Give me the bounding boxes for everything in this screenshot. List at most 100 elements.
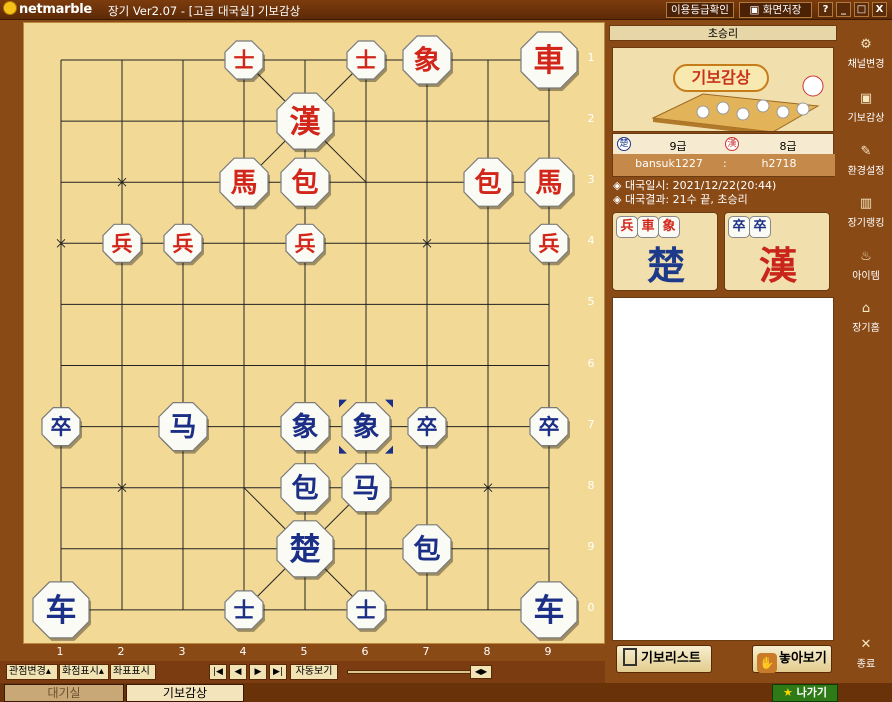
cho-piece[interactable]: 马	[341, 463, 392, 515]
cho-piece[interactable]: 卒	[529, 407, 570, 449]
exit-button[interactable]: ★ 나가기	[772, 684, 838, 702]
sidebar-item-ranking[interactable]: ▥ 장기랭킹	[842, 195, 890, 229]
first-move-button[interactable]: |◀	[209, 664, 227, 680]
han-piece[interactable]: 馬	[524, 157, 575, 210]
cho-piece[interactable]: 士	[346, 590, 387, 632]
sidebar-item-item[interactable]: ♨ 아이템	[842, 248, 890, 282]
piece-char: 车	[534, 593, 565, 629]
piece-char: 包	[475, 167, 502, 199]
sidebar-item-label: 아이템	[852, 271, 880, 282]
han-piece[interactable]: 馬	[219, 157, 270, 210]
cho-piece[interactable]: 卒	[407, 407, 448, 449]
han-captured-box: 卒卒 漢	[724, 212, 830, 291]
item-icon: ♨	[860, 249, 872, 264]
close-button[interactable]: X	[872, 2, 887, 17]
channel-icon: ⚙	[860, 37, 872, 52]
logo-icon	[3, 1, 17, 15]
column-label: 4	[239, 645, 247, 658]
tab-waiting-room[interactable]: 대기실	[4, 684, 124, 702]
piece-char: 卒	[51, 414, 72, 439]
column-label: 5	[300, 645, 308, 658]
piece-char: 马	[353, 473, 380, 504]
last-move-button[interactable]: ▶|	[269, 664, 287, 680]
next-move-button[interactable]: ▶	[249, 664, 267, 680]
cho-piece[interactable]: 包	[280, 463, 331, 515]
game-date: ◈ 대국일시: 2021/12/22(20:44)	[613, 179, 777, 192]
view-change-button[interactable]: 관점변경▴	[6, 664, 58, 680]
minimize-button[interactable]: _	[836, 2, 851, 17]
row-label: 6	[587, 356, 595, 370]
han-piece[interactable]: 車	[520, 31, 579, 91]
sidebar-item-label: 장기랭킹	[847, 218, 885, 229]
sidebar-item-record[interactable]: ▣ 기보감상	[842, 90, 890, 124]
cho-piece[interactable]: 车	[520, 581, 579, 641]
row-label: 2	[587, 112, 595, 126]
cho-piece[interactable]: 象	[280, 402, 331, 454]
cho-piece[interactable]: 士	[224, 590, 265, 632]
piece-char: 象	[414, 45, 441, 77]
cho-general-mark: 楚	[646, 243, 685, 288]
piece-char: 兵	[539, 231, 560, 256]
point-display-button[interactable]: 화점표시▴	[59, 664, 109, 680]
player2-name: h2718	[761, 157, 797, 170]
janggi-board[interactable]: 士士象車漢馬包包馬兵兵兵兵卒马象象卒卒包马楚包车士士车	[23, 22, 605, 644]
sidebar-item-close[interactable]: ✕ 종료	[842, 636, 890, 670]
autoplay-button[interactable]: 자동보기	[290, 664, 338, 680]
tab-record-view[interactable]: 기보감상	[126, 684, 244, 702]
column-label: 1	[56, 645, 64, 658]
cho-piece[interactable]: 包	[402, 524, 453, 576]
han-piece[interactable]: 士	[224, 40, 265, 82]
cho-piece[interactable]: 车	[32, 581, 91, 641]
cho-piece[interactable]: 卒	[41, 407, 82, 449]
result-header: 초승리	[609, 25, 837, 41]
board-canvas[interactable]: 士士象車漢馬包包馬兵兵兵兵卒马象象卒卒包 马楚 包车士士车	[24, 23, 606, 645]
cho-badge-icon: 楚	[617, 137, 631, 151]
han-piece[interactable]: 包	[280, 157, 331, 210]
slider-thumb[interactable]: ◀▶	[470, 665, 492, 679]
piece-char: 士	[356, 48, 377, 73]
han-piece[interactable]: 兵	[102, 223, 143, 266]
place-piece-button[interactable]: ✋ 놓아보기	[752, 645, 832, 673]
move-list[interactable]	[612, 297, 834, 641]
hand-icon: ✋	[757, 653, 777, 673]
screenshot-button[interactable]: ▣ 화면저장	[739, 2, 812, 18]
cho-piece[interactable]: 马	[158, 402, 209, 454]
sidebar-item-label: 기보감상	[847, 113, 885, 124]
record-list-button[interactable]: 기보리스트	[616, 645, 712, 673]
han-piece[interactable]: 兵	[285, 223, 326, 266]
selection-corner	[385, 445, 393, 454]
han-piece[interactable]: 象	[402, 35, 453, 87]
sidebar-item-label: 환경설정	[847, 166, 885, 177]
han-piece[interactable]: 包	[463, 157, 514, 210]
piece-char: 馬	[536, 168, 563, 199]
han-piece[interactable]: 兵	[163, 223, 204, 266]
sidebar-item-label: 종료	[856, 659, 876, 670]
player2-rank: 8급	[779, 140, 797, 153]
piece-char: 车	[46, 593, 77, 629]
maximize-button[interactable]: □	[854, 2, 869, 17]
han-badge-icon: 漢	[725, 137, 739, 151]
coord-display-button[interactable]: 좌표표시▴	[110, 664, 156, 691]
piece-char: 包	[292, 472, 319, 504]
sidebar-item-settings[interactable]: ✎ 환경설정	[842, 143, 890, 177]
player1-rank: 9급	[669, 140, 687, 153]
selection-corner	[385, 399, 393, 408]
prev-move-button[interactable]: ◀	[229, 664, 247, 680]
han-piece[interactable]: 漢	[276, 92, 335, 153]
cho-piece[interactable]: 象	[341, 402, 392, 454]
netmarble-logo: netmarble	[3, 1, 92, 17]
han-piece[interactable]: 士	[346, 40, 387, 82]
cho-piece[interactable]: 楚	[276, 520, 335, 580]
row-label: 0	[587, 600, 595, 614]
sidebar-item-channel[interactable]: ⚙ 채널변경	[842, 36, 890, 70]
sidebar-item-home[interactable]: ⌂ 장기홈	[842, 300, 890, 334]
row-label: 3	[587, 173, 595, 187]
cho-captured-box: 兵車象 楚	[612, 212, 718, 291]
han-piece[interactable]: 兵	[529, 223, 570, 266]
column-label: 7	[422, 645, 430, 658]
row-label: 9	[587, 539, 595, 553]
row-label: 7	[587, 417, 595, 431]
rating-check-button[interactable]: 이용등급확인	[666, 2, 734, 18]
piece-char: 兵	[112, 231, 133, 256]
help-button[interactable]: ?	[818, 2, 833, 17]
